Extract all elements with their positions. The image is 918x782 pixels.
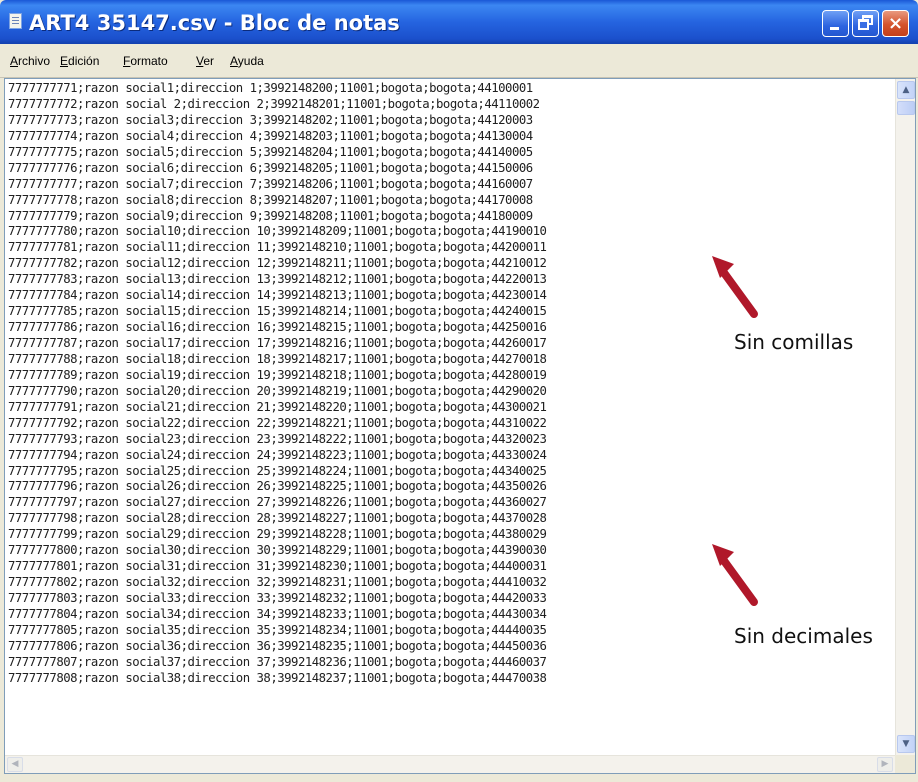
menu-edicion[interactable]: Edición bbox=[60, 52, 99, 70]
scroll-left-button[interactable]: ◀ bbox=[7, 757, 23, 772]
text-line: 7777777788;razon social18;direccion 18;3… bbox=[8, 351, 547, 366]
scroll-up-button[interactable]: ▲ bbox=[897, 81, 915, 99]
text-line: 7777777808;razon social38;direccion 38;3… bbox=[8, 670, 547, 685]
text-line: 7777777796;razon social26;direccion 26;3… bbox=[8, 479, 547, 494]
horizontal-scrollbar[interactable]: ◀ ▶ bbox=[5, 755, 895, 773]
text-line: 7777777807;razon social37;direccion 37;3… bbox=[8, 654, 547, 669]
close-button[interactable]: × bbox=[882, 10, 909, 37]
minimize-icon bbox=[830, 27, 839, 30]
text-line: 7777777795;razon social25;direccion 25;3… bbox=[8, 463, 547, 478]
text-line: 7777777789;razon social19;direccion 19;3… bbox=[8, 367, 547, 382]
menu-bar: Archivo Edición Formato Ver Ayuda bbox=[0, 44, 918, 78]
text-line: 7777777775;razon social5;direccion 5;399… bbox=[8, 144, 533, 159]
menu-ayuda[interactable]: Ayuda bbox=[230, 52, 264, 70]
scrollbar-corner bbox=[895, 755, 915, 773]
scroll-right-button[interactable]: ▶ bbox=[877, 757, 893, 772]
text-line: 7777777776;razon social6;direccion 6;399… bbox=[8, 160, 533, 175]
annotation-sin-comillas: Sin comillas bbox=[734, 330, 854, 354]
text-line: 7777777793;razon social23;direccion 23;3… bbox=[8, 431, 547, 446]
text-line: 7777777799;razon social29;direccion 29;3… bbox=[8, 527, 547, 542]
text-line: 7777777772;razon social 2;direccion 2;39… bbox=[8, 96, 540, 111]
text-line: 7777777791;razon social21;direccion 21;3… bbox=[8, 399, 547, 414]
text-line: 7777777798;razon social28;direccion 28;3… bbox=[8, 511, 547, 526]
menu-formato[interactable]: Formato bbox=[123, 52, 168, 70]
text-line: 7777777780;razon social10;direccion 10;3… bbox=[8, 224, 547, 239]
notepad-window: ART4 35147.csv - Bloc de notas × Archivo… bbox=[0, 0, 918, 782]
close-icon: × bbox=[887, 13, 904, 34]
text-line: 7777777797;razon social27;direccion 27;3… bbox=[8, 495, 547, 510]
notepad-icon bbox=[9, 13, 22, 29]
maximize-button[interactable] bbox=[852, 10, 879, 37]
title-bar[interactable]: ART4 35147.csv - Bloc de notas × bbox=[0, 0, 918, 44]
restore-icon-front bbox=[858, 19, 869, 30]
vertical-scrollbar[interactable]: ▲ ▼ bbox=[895, 79, 915, 755]
text-line: 7777777773;razon social3;direccion 3;399… bbox=[8, 112, 533, 127]
text-editor[interactable]: 7777777771;razon social1;direccion 1;399… bbox=[4, 78, 916, 774]
scroll-down-button[interactable]: ▼ bbox=[897, 735, 915, 753]
text-line: 7777777777;razon social7;direccion 7;399… bbox=[8, 176, 533, 191]
annotation-arrow-1 bbox=[712, 256, 758, 318]
window-title: ART4 35147.csv - Bloc de notas bbox=[29, 11, 400, 35]
text-line: 7777777774;razon social4;direccion 4;399… bbox=[8, 128, 533, 143]
annotation-arrow-2 bbox=[712, 544, 758, 606]
annotation-sin-decimales: Sin decimales bbox=[734, 624, 873, 648]
text-line: 7777777790;razon social20;direccion 20;3… bbox=[8, 383, 547, 398]
minimize-button[interactable] bbox=[822, 10, 849, 37]
menu-archivo[interactable]: Archivo bbox=[10, 52, 50, 70]
menu-ver[interactable]: Ver bbox=[196, 52, 214, 70]
text-line: 7777777779;razon social9;direccion 9;399… bbox=[8, 208, 533, 223]
text-line: 7777777792;razon social22;direccion 22;3… bbox=[8, 415, 547, 430]
text-line: 7777777778;razon social8;direccion 8;399… bbox=[8, 192, 533, 207]
text-line: 7777777794;razon social24;direccion 24;3… bbox=[8, 447, 547, 462]
text-line: 7777777771;razon social1;direccion 1;399… bbox=[8, 81, 533, 95]
scroll-thumb[interactable] bbox=[897, 101, 915, 115]
